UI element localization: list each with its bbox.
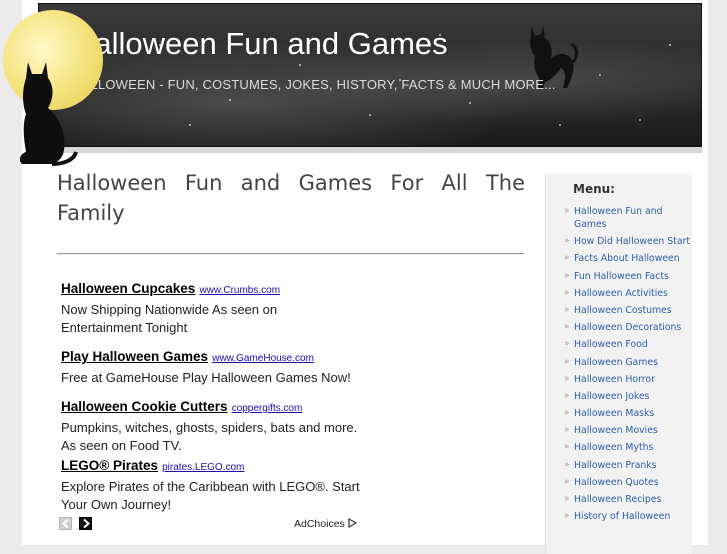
sidebar-item[interactable]: » How Did Halloween Start bbox=[564, 235, 692, 248]
ad-description: Now Shipping Nationwide As seen on Enter… bbox=[61, 302, 278, 335]
ad-description: Free at GameHouse Play Halloween Games N… bbox=[61, 370, 351, 385]
chevron-double-right-icon: » bbox=[564, 304, 570, 315]
sidebar-item[interactable]: » History of Halloween bbox=[564, 510, 692, 523]
site-title[interactable]: Halloween Fun and Games bbox=[72, 26, 448, 62]
ad-unit: Halloween Cookie Cutters coppergifts.com… bbox=[61, 399, 361, 455]
ad-title-link[interactable]: Play Halloween Games bbox=[61, 349, 208, 364]
sidebar-item-label[interactable]: History of Halloween bbox=[574, 511, 670, 522]
sidebar-item[interactable]: » Halloween Costumes bbox=[564, 304, 692, 317]
sidebar-item-label[interactable]: Halloween Myths bbox=[574, 442, 653, 453]
ad-title-link[interactable]: Halloween Cookie Cutters bbox=[61, 399, 228, 414]
sidebar-item[interactable]: » Fun Halloween Facts bbox=[564, 270, 692, 283]
sidebar-item-label[interactable]: Fun Halloween Facts bbox=[574, 271, 669, 282]
chevron-double-right-icon: » bbox=[564, 287, 570, 298]
chevron-double-right-icon: » bbox=[564, 425, 570, 436]
sidebar-item[interactable]: » Halloween Decorations bbox=[564, 321, 692, 334]
chevron-double-right-icon: » bbox=[564, 408, 570, 419]
sidebar-item-label[interactable]: Halloween Quotes bbox=[574, 477, 659, 488]
header-divider bbox=[38, 147, 702, 153]
chevron-double-right-icon: » bbox=[564, 442, 570, 453]
ad-title-link[interactable]: Halloween Cupcakes bbox=[61, 281, 195, 296]
sidebar-item-label[interactable]: Halloween Horror bbox=[574, 374, 655, 385]
sidebar-item[interactable]: » Halloween Pranks bbox=[564, 459, 692, 472]
sidebar-item[interactable]: » Halloween Activities bbox=[564, 287, 692, 300]
chevron-right-icon bbox=[83, 519, 91, 528]
sidebar-menu: » Halloween Fun and Games » How Did Hallow… bbox=[564, 205, 692, 527]
sidebar-item-label[interactable]: Halloween Recipes bbox=[574, 494, 661, 505]
chevron-double-right-icon: » bbox=[564, 511, 570, 522]
sidebar-item-label[interactable]: Halloween Activities bbox=[574, 288, 668, 299]
ad-unit: Play Halloween Games www.GameHouse.com F… bbox=[61, 349, 361, 387]
chevron-double-right-icon: » bbox=[564, 270, 570, 281]
chevron-double-right-icon: » bbox=[564, 206, 570, 216]
site-tagline: HALLOWEEN - FUN, COSTUMES, JOKES, HISTOR… bbox=[72, 77, 556, 92]
sidebar-item[interactable]: » Halloween Horror bbox=[564, 373, 692, 386]
chevron-double-right-icon: » bbox=[564, 494, 570, 504]
sidebar-item-label[interactable]: Halloween Games bbox=[574, 357, 658, 368]
chevron-double-right-icon: » bbox=[564, 253, 570, 264]
sidebar-item-label[interactable]: Halloween Costumes bbox=[574, 305, 672, 316]
page-container: Halloween Fun and Games HALLOWEEN - FUN,… bbox=[22, 0, 708, 554]
chevron-double-right-icon: » bbox=[564, 356, 570, 367]
chevron-double-right-icon: » bbox=[564, 339, 570, 350]
sidebar-item[interactable]: » Halloween Jokes bbox=[564, 390, 692, 403]
sidebar-item-label[interactable]: Halloween Pranks bbox=[574, 460, 657, 471]
ad-unit: LEGO® Pirates pirates.LEGO.com Explore P… bbox=[61, 458, 361, 514]
sidebar-item-label[interactable]: Halloween Jokes bbox=[574, 391, 649, 402]
ad-next-button[interactable] bbox=[79, 517, 93, 530]
ad-url-link[interactable]: www.Crumbs.com bbox=[199, 285, 280, 296]
adchoices-link[interactable]: AdChoices bbox=[294, 517, 357, 530]
ad-url-link[interactable]: coppergifts.com bbox=[232, 403, 303, 414]
sidebar-item[interactable]: » Halloween Food bbox=[564, 338, 692, 351]
sidebar-item-label[interactable]: Facts About Halloween bbox=[574, 253, 680, 264]
chevron-left-icon bbox=[62, 519, 69, 528]
sidebar-item-label[interactable]: How Did Halloween Start bbox=[574, 236, 690, 247]
adchoices-label: AdChoices bbox=[294, 518, 345, 530]
sidebar-title: Menu: bbox=[573, 182, 615, 196]
sidebar-item[interactable]: » Halloween Movies bbox=[564, 424, 692, 437]
chevron-double-right-icon: » bbox=[564, 459, 570, 470]
ad-title-link[interactable]: LEGO® Pirates bbox=[61, 458, 158, 473]
page-title: Halloween Fun and Games For All The Fami… bbox=[57, 171, 525, 225]
adchoices-icon bbox=[348, 517, 357, 529]
chevron-double-right-icon: » bbox=[564, 476, 570, 487]
ad-url-link[interactable]: pirates.LEGO.com bbox=[162, 462, 244, 473]
sidebar-item[interactable]: » Halloween Quotes bbox=[564, 476, 692, 489]
ad-pager bbox=[59, 517, 94, 536]
ad-description: Explore Pirates of the Caribbean with LE… bbox=[61, 479, 360, 512]
sidebar-item[interactable]: » Halloween Recipes bbox=[564, 493, 692, 506]
title-divider bbox=[57, 253, 524, 255]
ad-unit: Halloween Cupcakes www.Crumbs.com Now Sh… bbox=[61, 281, 361, 337]
sidebar-item[interactable]: » Halloween Games bbox=[564, 356, 692, 369]
header-banner: Halloween Fun and Games HALLOWEEN - FUN,… bbox=[38, 3, 702, 147]
black-cat-icon bbox=[8, 60, 78, 172]
sidebar-item[interactable]: » Halloween Masks bbox=[564, 407, 692, 420]
chevron-double-right-icon: » bbox=[564, 390, 570, 401]
sidebar-item[interactable]: » Halloween Myths bbox=[564, 441, 692, 454]
sidebar-item-label[interactable]: Halloween Decorations bbox=[574, 322, 681, 333]
sidebar-item-label[interactable]: Halloween Masks bbox=[574, 408, 654, 419]
sidebar-item-label[interactable]: Halloween Movies bbox=[574, 425, 658, 436]
ad-prev-button[interactable] bbox=[59, 517, 72, 530]
ad-description: Pumpkins, witches, ghosts, spiders, bats… bbox=[61, 420, 358, 453]
chevron-double-right-icon: » bbox=[564, 236, 570, 247]
chevron-double-right-icon: » bbox=[564, 322, 570, 333]
sidebar-item[interactable]: » Halloween Fun and Games bbox=[564, 205, 692, 231]
sidebar-item[interactable]: » Facts About Halloween bbox=[564, 252, 692, 265]
ad-url-link[interactable]: www.GameHouse.com bbox=[212, 353, 314, 364]
sidebar-item-label[interactable]: Halloween Fun and Games bbox=[574, 206, 663, 230]
chevron-double-right-icon: » bbox=[564, 373, 570, 384]
sidebar-item-label[interactable]: Halloween Food bbox=[574, 339, 648, 350]
sidebar: Menu: » Halloween Fun and Games » How Did … bbox=[545, 174, 692, 554]
